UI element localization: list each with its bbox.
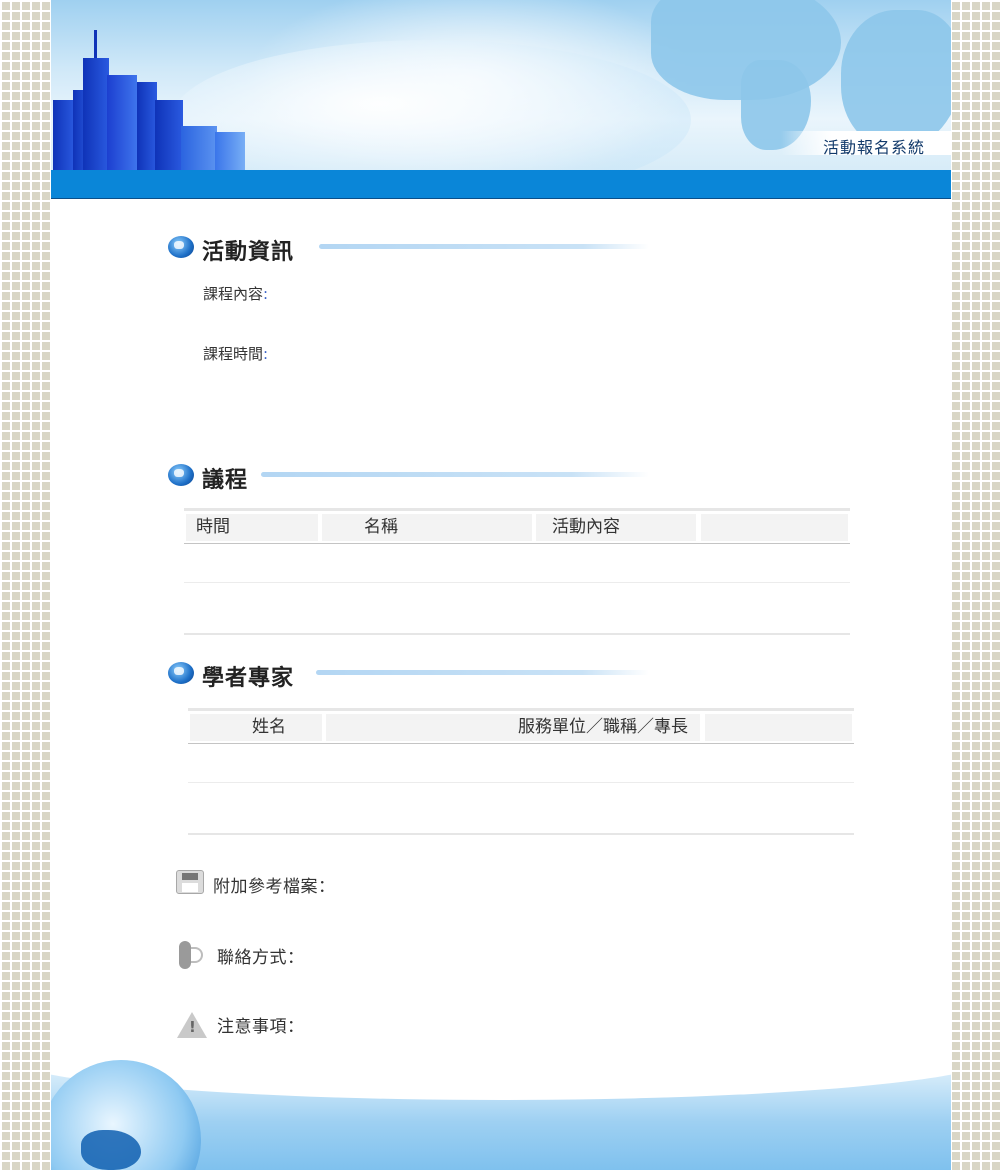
notice-item: ! 注意事項： (177, 1010, 577, 1040)
city-building (215, 132, 245, 170)
course-content-label: 課程內容: (203, 283, 268, 304)
section-divider (319, 244, 649, 249)
section-header-agenda: 議程 (168, 464, 668, 494)
column-header-organization-title-expertise: 服務單位／職稱／專長 (326, 714, 700, 741)
system-title: 活動報名系統 (822, 138, 925, 157)
course-time-label: 課程時間: (203, 343, 268, 364)
map-continent (841, 10, 951, 150)
course-time-label-text: 課程時間 (203, 345, 264, 363)
section-divider (261, 472, 649, 477)
header-banner: 活動報名系統 (51, 0, 951, 170)
section-title: 活動資訊 (202, 240, 295, 265)
city-building (107, 75, 137, 170)
globe-icon (168, 236, 194, 258)
section-header-activity-info: 活動資訊 (168, 236, 668, 266)
table-row (188, 744, 854, 783)
experts-table: 姓名 服務單位／職稱／專長 (188, 708, 854, 835)
phone-signal-icon (191, 947, 203, 963)
table-row (184, 583, 850, 635)
table-row (188, 783, 854, 835)
earth-land (81, 1130, 141, 1170)
column-header-extra (701, 514, 848, 541)
city-building (137, 82, 157, 170)
section-header-experts: 學者專家 (168, 662, 668, 692)
table-header-row: 時間 名稱 活動內容 (184, 511, 850, 544)
city-building (53, 100, 75, 170)
section-divider (316, 670, 649, 675)
notice-label: 注意事項： (217, 1017, 305, 1037)
nav-bar (51, 170, 951, 199)
column-header-name: 名稱 (322, 514, 532, 541)
phone-icon (179, 941, 191, 969)
agenda-table: 時間 名稱 活動內容 (184, 508, 850, 635)
contact-item: 聯絡方式： (177, 941, 577, 971)
city-building (83, 58, 109, 170)
section-title: 議程 (202, 468, 249, 493)
exclamation-icon: ! (189, 1018, 196, 1036)
label-colon: : (263, 345, 269, 363)
city-spire (94, 30, 97, 60)
header-swoosh (171, 40, 691, 170)
floppy-disk-icon (176, 870, 204, 894)
course-content-label-text: 課程內容 (203, 285, 264, 303)
table-header-row: 姓名 服務單位／職稱／專長 (188, 711, 854, 744)
column-header-time: 時間 (186, 514, 318, 541)
column-header-extra (705, 714, 852, 741)
column-header-name: 姓名 (190, 714, 322, 741)
city-building (155, 100, 183, 170)
label-colon: : (263, 285, 269, 303)
attachments-item: 附加參考檔案： (176, 870, 576, 900)
attachments-label: 附加參考檔案： (213, 877, 336, 897)
globe-icon (168, 464, 194, 486)
section-title: 學者專家 (202, 666, 295, 691)
contact-label: 聯絡方式： (217, 948, 305, 968)
city-building (181, 126, 217, 170)
page-container: 活動報名系統 活動資訊 課程內容: 課程時間: 議程 時間 名稱 活動內容 學者… (51, 0, 951, 1170)
footer-banner (51, 1050, 951, 1170)
globe-icon (168, 662, 194, 684)
column-header-activity-content: 活動內容 (536, 514, 696, 541)
table-row (184, 544, 850, 583)
